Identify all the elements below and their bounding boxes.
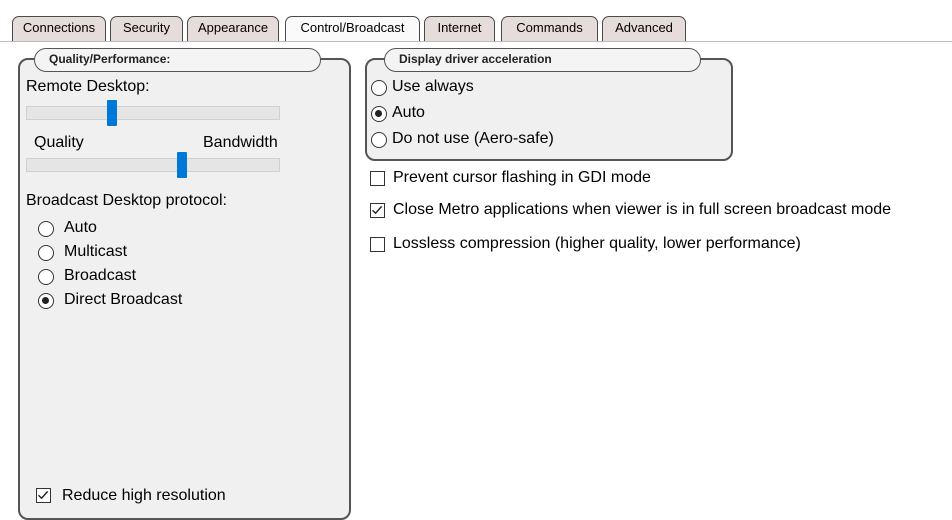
display-auto-radio[interactable] [371,106,387,122]
protocol-direct-broadcast-label: Direct Broadcast [64,291,183,308]
quality-bandwidth-slider-thumb[interactable] [177,152,188,178]
lossless-compression-checkbox[interactable] [370,237,385,252]
tab-appearance[interactable]: Appearance [187,16,279,41]
display-do-not-use-radio[interactable] [371,132,387,148]
remote-desktop-slider-track[interactable] [26,106,280,120]
tab-control-broadcast[interactable]: Control/Broadcast [285,16,420,41]
display-driver-title: Display driver acceleration [384,48,701,72]
remote-desktop-slider-thumb[interactable] [106,100,117,126]
quality-label: Quality [34,134,84,151]
close-metro-apps-label: Close Metro applications when viewer is … [393,201,892,218]
prevent-cursor-flashing-checkbox[interactable] [370,171,385,186]
protocol-multicast-radio[interactable] [38,245,54,261]
protocol-multicast-label: Multicast [64,243,128,260]
close-metro-apps-checkbox[interactable] [370,203,385,218]
quality-bandwidth-slider-track[interactable] [26,158,280,172]
tab-commands[interactable]: Commands [501,16,598,41]
protocol-broadcast-label: Broadcast [64,267,137,284]
tab-advanced[interactable]: Advanced [602,16,686,41]
prevent-cursor-flashing-label: Prevent cursor flashing in GDI mode [393,169,651,186]
protocol-auto-label: Auto [64,219,97,236]
lossless-compression-label: Lossless compression (higher quality, lo… [393,235,801,252]
tab-bar-divider [0,41,952,42]
tab-internet[interactable]: Internet [424,16,495,41]
display-auto-label: Auto [392,104,425,121]
protocol-broadcast-radio[interactable] [38,269,54,285]
tab-security[interactable]: Security [110,16,183,41]
protocol-direct-broadcast-radio[interactable] [38,293,54,309]
remote-desktop-label: Remote Desktop: [26,78,150,95]
tab-bar: Connections Security Appearance Control/… [0,0,952,42]
protocol-auto-radio[interactable] [38,221,54,237]
bandwidth-label: Bandwidth [203,134,278,151]
quality-performance-title: Quality/Performance: [34,48,321,72]
display-use-always-radio[interactable] [371,80,387,96]
reduce-high-resolution-label: Reduce high resolution [62,487,226,504]
tab-connections[interactable]: Connections [12,16,106,41]
broadcast-protocol-label: Broadcast Desktop protocol: [26,192,227,209]
quality-performance-group [18,58,351,520]
reduce-high-resolution-checkbox[interactable] [36,488,51,503]
display-use-always-label: Use always [392,78,474,95]
display-do-not-use-label: Do not use (Aero-safe) [392,130,554,147]
